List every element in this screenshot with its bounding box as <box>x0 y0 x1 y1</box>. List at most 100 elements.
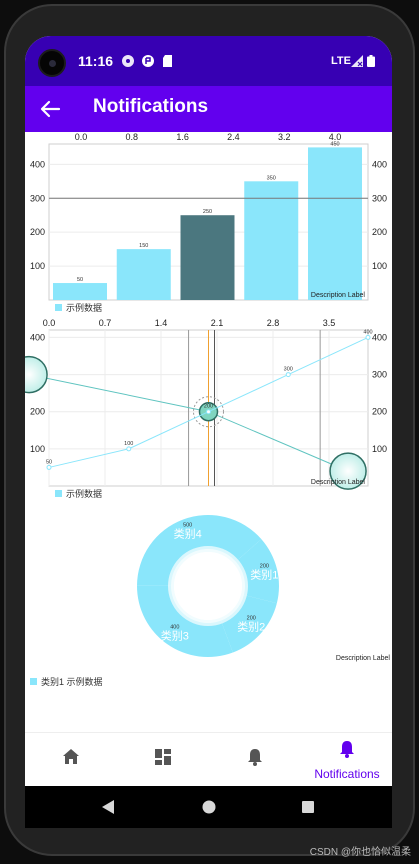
line-chart-bubbles <box>25 355 367 490</box>
status-bar: 11:16 LTE <box>25 36 392 86</box>
nav-notifications-label: Notifications <box>314 767 380 781</box>
line-left-tick-label: 400 <box>30 332 45 342</box>
bar-chart-right-axis: 100 200 300 400 <box>372 159 387 271</box>
line-chart-top-axis: 0.0 0.7 1.4 2.1 2.8 3.5 <box>43 318 336 328</box>
bar-chart-top-axis: 0.0 0.8 1.6 2.4 3.2 4.0 <box>75 132 342 142</box>
bar-legend-label: 示例数据 <box>66 302 102 313</box>
phone-device: 11:16 LTE Notifications 0.0 0.8 1.6 2.4 3.2 4… <box>0 0 419 864</box>
bar[interactable] <box>308 147 362 300</box>
bar-left-tick-label: 300 <box>30 193 45 203</box>
bar-value-label: 250 <box>203 209 212 215</box>
phone-screen: 11:16 LTE Notifications 0.0 0.8 1.6 2.4 3.2 4… <box>25 36 392 786</box>
line-point[interactable] <box>206 409 211 415</box>
nav-home[interactable] <box>25 733 117 786</box>
line-value-label: 300 <box>284 367 293 373</box>
line-point[interactable] <box>285 372 291 378</box>
line-right-tick-label: 300 <box>372 370 387 380</box>
line-chart-left-axis: 100200300400 <box>30 332 45 453</box>
bottom-navigation: Notifications <box>25 732 392 786</box>
charts-content[interactable]: 0.0 0.8 1.6 2.4 3.2 4.0 100 200 300 400 100 200 30… <box>25 132 392 732</box>
pie-legend-label: 类别1 示例数据 <box>41 676 103 687</box>
pie-slice-label: 类别1 <box>250 567 278 581</box>
bar-chart[interactable]: 0.0 0.8 1.6 2.4 3.2 4.0 100200300400 10020030… <box>25 132 392 314</box>
line-value-label: 200 <box>204 404 213 410</box>
bar[interactable] <box>53 283 107 300</box>
home-icon <box>63 749 79 764</box>
line-legend-swatch <box>55 490 62 497</box>
line-value-label: 400 <box>363 329 372 335</box>
line-right-tick-label: 200 <box>372 407 387 417</box>
system-navigation-bar <box>25 786 392 828</box>
line-top-tick-label: 0.0 <box>43 318 56 328</box>
pie-legend-swatch <box>30 678 37 685</box>
bar[interactable] <box>180 215 235 300</box>
line-chart[interactable]: 0.0 0.7 1.4 2.1 2.8 3.5 100 200 300 400 100 200 30… <box>25 316 392 502</box>
pinwheel-icon <box>122 55 134 67</box>
status-time: 11:16 <box>78 53 114 69</box>
line-chart-right-axis: 100 200 300 400 <box>372 332 387 453</box>
system-back-icon[interactable] <box>101 800 115 814</box>
line-left-tick-label: 100 <box>30 444 45 454</box>
line-top-tick-label: 1.4 <box>155 318 168 328</box>
nav-dashboard[interactable] <box>117 733 209 786</box>
line-point[interactable] <box>365 334 371 340</box>
watermark: CSDN @你也恰似温柔 <box>309 847 411 858</box>
line-point[interactable] <box>46 464 52 470</box>
pie-slice-label: 类别2 <box>237 620 265 634</box>
bar[interactable] <box>244 181 299 300</box>
bar-top-tick-label: 2.4 <box>227 132 240 142</box>
bar-right-tick-label: 400 <box>372 159 387 169</box>
bar-value-label: 350 <box>267 175 276 181</box>
system-recents-icon[interactable] <box>301 800 315 814</box>
nav-notifications-selected[interactable]: Notifications <box>301 733 392 786</box>
pie-slice-label: 类别4 <box>174 527 202 541</box>
pie-slice-label: 类别3 <box>161 629 189 643</box>
bar-right-tick-label: 100 <box>372 261 387 271</box>
sd-card-icon <box>163 55 172 67</box>
line-point[interactable] <box>126 446 132 452</box>
line-value-label: 50 <box>46 459 52 465</box>
bubble-point[interactable] <box>25 355 48 394</box>
line-top-tick-label: 3.5 <box>323 318 336 328</box>
bar[interactable] <box>116 249 171 300</box>
bar-legend-swatch <box>55 304 62 311</box>
front-camera <box>38 49 66 77</box>
bar-value-label: 50 <box>77 277 83 283</box>
back-arrow-icon[interactable] <box>39 98 61 120</box>
bar-left-tick-label: 100 <box>30 261 45 271</box>
bar-chart-description: Description Label <box>311 292 366 299</box>
nav-notifications-unselected[interactable] <box>209 733 301 786</box>
bar-right-tick-label: 300 <box>372 193 387 203</box>
signal-icon <box>351 55 363 67</box>
system-home-icon[interactable] <box>202 800 216 814</box>
bar-left-tick-label: 400 <box>30 159 45 169</box>
bell-icon <box>248 749 262 766</box>
bar-right-tick-label: 200 <box>372 227 387 237</box>
line-top-tick-label: 2.8 <box>267 318 280 328</box>
pie-hole <box>174 552 242 620</box>
bar-value-label: 450 <box>330 141 339 147</box>
pie-chart-description: Description Label <box>336 655 391 662</box>
bar-chart-bars: 50 150 250 350 450 <box>53 141 362 300</box>
pie-chart[interactable]: 200类别1200类别2400类别3500类别4 Description Lab… <box>25 506 392 696</box>
app-notification-icon <box>142 55 154 67</box>
line-top-tick-label: 2.1 <box>211 318 224 328</box>
bar-top-tick-label: 3.2 <box>278 132 291 142</box>
line-right-tick-label: 100 <box>372 444 387 454</box>
line-top-tick-label: 0.7 <box>99 318 112 328</box>
dashboard-icon <box>155 749 171 765</box>
line-right-tick-label: 400 <box>372 332 387 342</box>
network-type: LTE <box>331 55 351 67</box>
bar-chart-left-axis: 100 200 300 400 <box>30 159 45 271</box>
bar-value-label: 150 <box>139 243 148 249</box>
bar-top-tick-label: 0.0 <box>75 132 88 142</box>
bar-top-tick-label: 1.6 <box>176 132 189 142</box>
page-title: Notifications <box>93 96 209 117</box>
app-bar: Notifications <box>25 86 392 132</box>
line-left-tick-label: 200 <box>30 407 45 417</box>
battery-icon <box>367 55 375 67</box>
bar-left-tick-label: 200 <box>30 227 45 237</box>
pie-chart-slices <box>137 515 279 657</box>
line-legend-label: 示例数据 <box>66 488 102 499</box>
line-value-label: 100 <box>124 441 133 447</box>
